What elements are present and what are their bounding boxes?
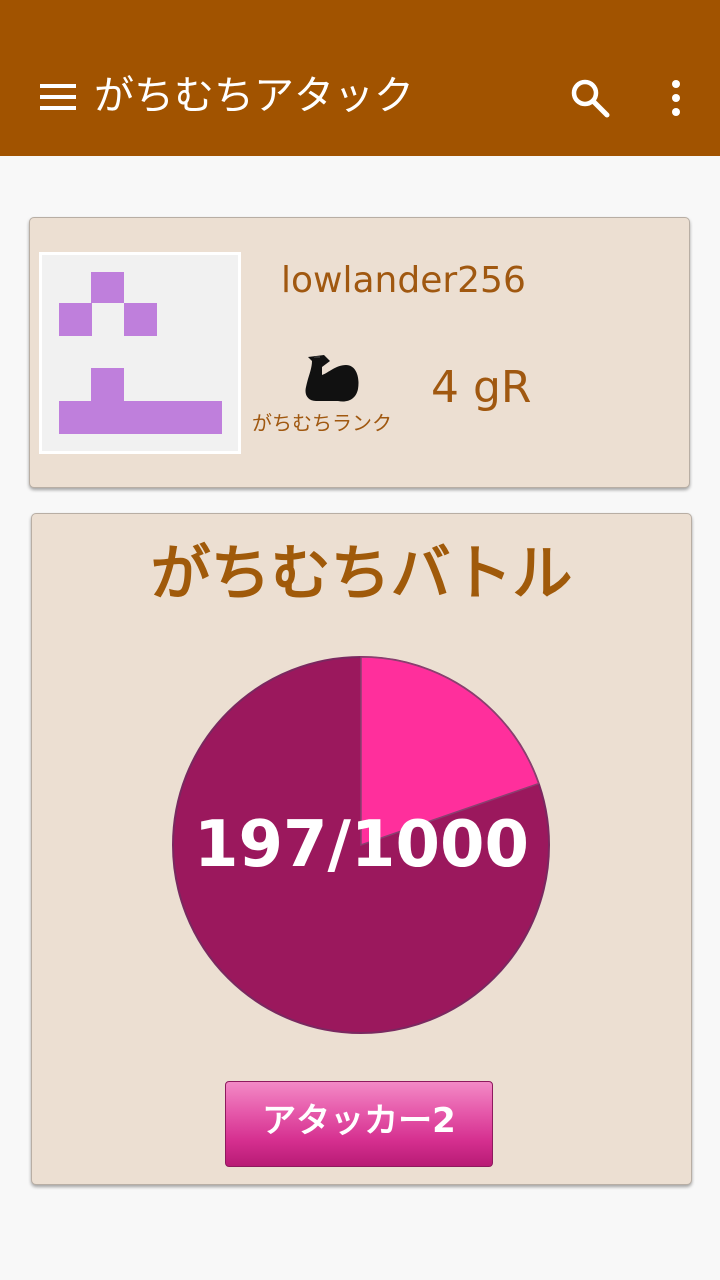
avatar-pixel — [59, 401, 222, 434]
battle-card: がちむちバトル 197/1000 アタッカー2 — [31, 513, 692, 1185]
attacker-button[interactable]: アタッカー2 — [225, 1081, 493, 1167]
rank-label: がちむちランク — [252, 411, 392, 435]
rank-value: 4 gR — [431, 362, 532, 413]
avatar-pixel — [91, 272, 124, 303]
battle-title: がちむちバトル — [150, 539, 573, 609]
menu-icon[interactable] — [40, 84, 76, 110]
app-title: がちむちアタック — [94, 73, 414, 119]
avatar[interactable] — [39, 252, 241, 454]
more-vert-icon[interactable] — [664, 78, 688, 118]
avatar-pixel — [91, 368, 124, 401]
avatar-pixel — [124, 303, 157, 336]
flexed-bicep-icon — [305, 355, 359, 402]
progress-text: 197/1000 — [193, 808, 530, 882]
profile-card: lowlander256 がちむちランク 4 gR — [29, 217, 690, 488]
username: lowlander256 — [281, 260, 526, 301]
avatar-pixel — [59, 303, 92, 336]
search-icon[interactable] — [570, 78, 610, 118]
app-bar: がちむちアタック — [0, 0, 720, 156]
